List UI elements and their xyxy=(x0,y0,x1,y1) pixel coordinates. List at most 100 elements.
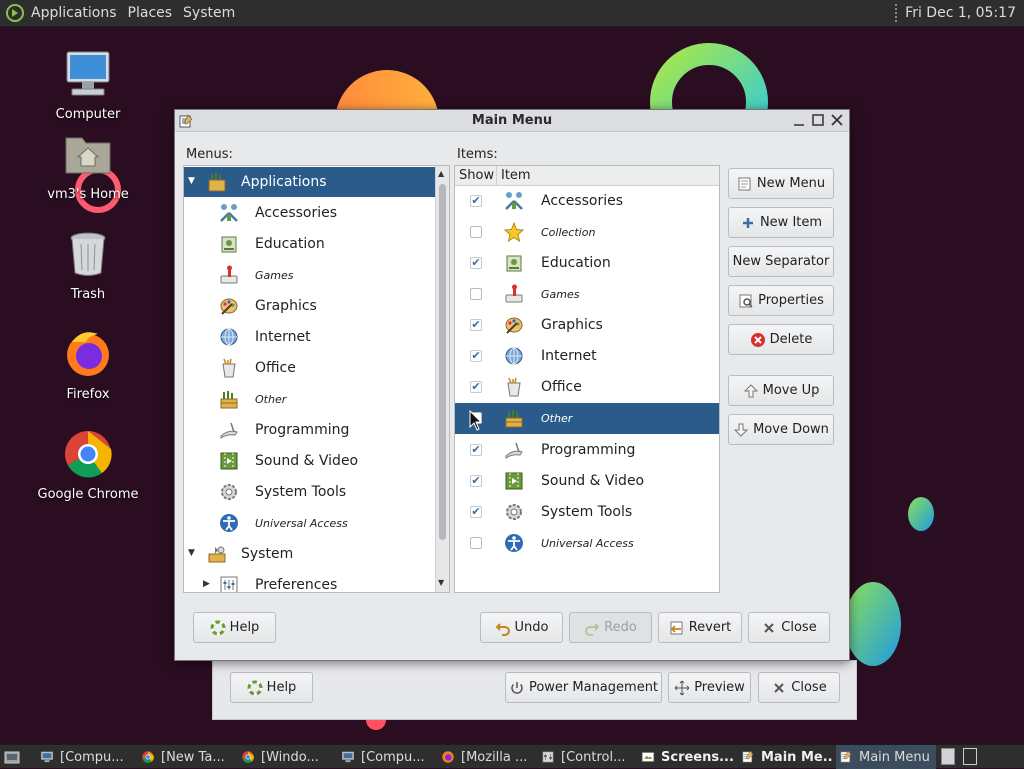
new-item-button[interactable]: New Item xyxy=(728,207,834,238)
items-list-row[interactable]: ✔ Accessories xyxy=(455,186,719,217)
items-list-row[interactable]: ✔ Sound & Video xyxy=(455,466,719,497)
items-list-row[interactable]: ✔ Programming xyxy=(455,435,719,466)
items-list-row[interactable]: ✔ System Tools xyxy=(455,497,719,528)
show-checkbox[interactable]: ✔ xyxy=(470,506,482,518)
clock[interactable]: Fri Dec 1, 05:17 xyxy=(905,5,1016,21)
bg-help-button[interactable]: Help xyxy=(230,672,313,703)
menus-tree[interactable]: ▼ Applications Accessories Education Games Gr… xyxy=(183,165,450,593)
redo-label: Redo xyxy=(604,620,637,635)
taskbar-button[interactable]: [New Ta... xyxy=(138,745,235,769)
menus-tree-row[interactable]: Sound & Video xyxy=(184,446,436,476)
items-list-row[interactable]: Collection xyxy=(455,217,719,248)
items-list-row[interactable]: ✔ Office xyxy=(455,372,719,403)
show-checkbox[interactable] xyxy=(470,288,482,300)
taskbar-button[interactable]: [Windo... xyxy=(238,745,335,769)
minimize-icon[interactable] xyxy=(791,112,807,128)
show-checkbox[interactable]: ✔ xyxy=(470,444,482,456)
window-close-icon[interactable] xyxy=(829,112,845,128)
show-checkbox[interactable] xyxy=(470,226,482,238)
menus-tree-row[interactable]: System Tools xyxy=(184,477,436,507)
new-menu-button[interactable]: New Menu xyxy=(728,168,834,199)
system-tools-icon xyxy=(506,504,522,520)
menus-tree-row[interactable]: Accessories xyxy=(184,198,436,228)
menus-tree-row[interactable]: ▼ System xyxy=(184,539,436,569)
scroll-down-arrow-icon[interactable]: ▼ xyxy=(438,578,444,587)
menus-tree-row[interactable]: ▶ Preferences xyxy=(184,570,436,593)
expander-expanded-icon[interactable]: ▼ xyxy=(188,176,195,186)
show-checkbox[interactable]: ✔ xyxy=(470,475,482,487)
items-list-row[interactable]: ✔ Graphics xyxy=(455,310,719,341)
desktop-icon-computer[interactable]: Computer xyxy=(33,48,143,122)
taskbar-button[interactable]: [Control... xyxy=(538,745,635,769)
window-titlebar[interactable]: Main Menu xyxy=(175,110,849,132)
revert-button[interactable]: Revert xyxy=(658,612,742,643)
menus-tree-row[interactable]: Other xyxy=(184,384,436,414)
taskbar-button[interactable]: Screens... xyxy=(638,745,735,769)
items-list[interactable]: Show Item ✔ Accessories Collection ✔ Educati… xyxy=(454,165,720,593)
show-checkbox[interactable]: ✔ xyxy=(470,381,482,393)
move-down-button[interactable]: Move Down xyxy=(728,414,834,445)
expander-expanded-icon[interactable]: ▼ xyxy=(188,548,195,558)
mouse-cursor-icon xyxy=(469,410,483,431)
show-checkbox[interactable] xyxy=(470,537,482,549)
menus-scrollbar[interactable]: ▲ ▼ xyxy=(435,166,449,592)
new-separator-button[interactable]: New Separator xyxy=(728,246,834,277)
menus-tree-row[interactable]: Universal Access xyxy=(184,508,436,538)
show-checkbox[interactable]: ✔ xyxy=(470,350,482,362)
menus-tree-row[interactable]: Graphics xyxy=(184,291,436,321)
expander-collapsed-icon[interactable]: ▶ xyxy=(203,579,210,589)
menus-tree-row[interactable]: Programming xyxy=(184,415,436,445)
show-checkbox[interactable]: ✔ xyxy=(470,257,482,269)
menus-tree-row[interactable]: Office xyxy=(184,353,436,383)
taskbar-button[interactable]: [Mozilla ... xyxy=(438,745,535,769)
items-list-row[interactable]: Universal Access xyxy=(455,528,719,559)
show-checkbox[interactable]: ✔ xyxy=(470,319,482,331)
desktop-icon-trash[interactable]: Trash xyxy=(33,228,143,302)
mate-logo-icon[interactable] xyxy=(5,3,25,23)
menus-tree-row-label: Preferences xyxy=(255,577,338,593)
power-management-button[interactable]: Power Management xyxy=(505,672,662,703)
applications-menu[interactable]: Applications xyxy=(31,5,117,21)
help-button[interactable]: Help xyxy=(193,612,276,643)
items-list-row[interactable]: Games xyxy=(455,279,719,310)
desktop-icon-chrome[interactable]: Google Chrome xyxy=(33,428,143,502)
preview-button[interactable]: Preview xyxy=(668,672,751,703)
menus-tree-row[interactable]: ▼ Applications xyxy=(184,167,436,197)
firefox-icon xyxy=(442,751,454,763)
places-menu[interactable]: Places xyxy=(128,5,173,21)
system-menu[interactable]: System xyxy=(183,5,235,21)
maximize-icon[interactable] xyxy=(810,112,826,128)
menus-tree-row[interactable]: Games xyxy=(184,260,436,290)
column-header-show[interactable]: Show xyxy=(455,166,497,186)
desktop-icon-home[interactable]: vm3's Home xyxy=(33,128,143,202)
show-checkbox[interactable]: ✔ xyxy=(470,195,482,207)
menus-tree-row-label: Education xyxy=(255,236,325,252)
column-header-item[interactable]: Item xyxy=(497,166,719,186)
workspace-2[interactable] xyxy=(963,748,977,765)
redo-button[interactable]: Redo xyxy=(569,612,652,643)
items-list-row[interactable]: ✔ Education xyxy=(455,248,719,279)
taskbar-button[interactable]: Main Menu xyxy=(836,745,936,769)
move-up-button[interactable]: Move Up xyxy=(728,375,834,406)
close-button[interactable]: Close xyxy=(748,612,830,643)
items-list-row[interactable]: Other xyxy=(455,403,719,434)
revert-icon xyxy=(670,621,683,634)
show-desktop-icon[interactable] xyxy=(4,749,20,765)
desktop-icon-firefox[interactable]: Firefox xyxy=(33,328,143,402)
scrollbar-thumb[interactable] xyxy=(439,184,446,540)
workspace-1[interactable] xyxy=(941,748,955,765)
delete-button[interactable]: Delete xyxy=(728,324,834,355)
taskbar-button[interactable]: [Compu... xyxy=(338,745,435,769)
properties-button[interactable]: Properties xyxy=(728,285,834,316)
bg-close-button[interactable]: Close xyxy=(758,672,840,703)
close-label: Close xyxy=(781,620,817,635)
menus-tree-row[interactable]: Education xyxy=(184,229,436,259)
menus-tree-row[interactable]: Internet xyxy=(184,322,436,352)
taskbar-button[interactable]: Main Me... xyxy=(738,745,833,769)
firefox-icon xyxy=(67,332,109,376)
taskbar-button[interactable]: [Compu... xyxy=(37,745,134,769)
scroll-up-arrow-icon[interactable]: ▲ xyxy=(438,169,444,178)
items-list-row[interactable]: ✔ Internet xyxy=(455,341,719,372)
accessories-icon xyxy=(220,204,238,222)
undo-button[interactable]: Undo xyxy=(480,612,563,643)
